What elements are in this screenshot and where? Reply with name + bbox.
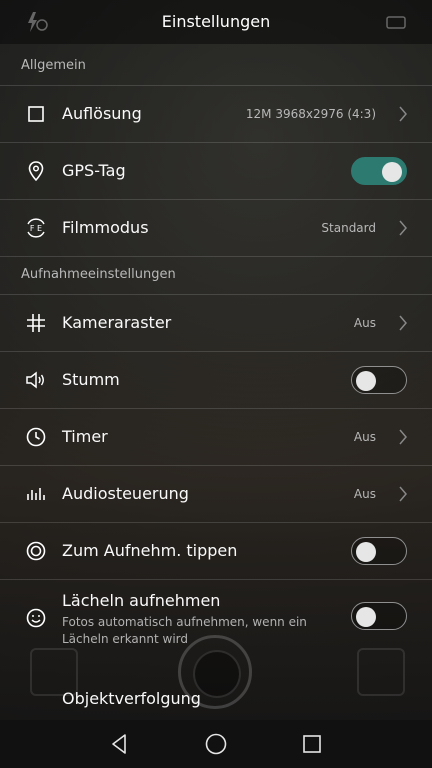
toggle-knob [382, 162, 402, 182]
back-icon[interactable] [108, 732, 132, 756]
grid-icon [27, 314, 45, 332]
setting-label: Stumm [62, 370, 120, 389]
gps-tag-toggle[interactable] [351, 157, 407, 185]
setting-camera-grid[interactable]: Kameraraster Aus [0, 294, 432, 351]
setting-film-mode[interactable]: F E Filmmodus Standard [0, 199, 432, 256]
smile-icon [26, 608, 46, 628]
tap-to-capture-toggle[interactable] [351, 537, 407, 565]
home-icon[interactable] [204, 732, 228, 756]
svg-text:F E: F E [30, 224, 42, 233]
speaker-icon [26, 371, 44, 389]
touch-circle-icon [26, 541, 46, 561]
setting-label: Audiosteuerung [62, 484, 189, 503]
setting-label: Auflösung [62, 104, 142, 123]
chevron-right-icon [399, 220, 407, 236]
clock-icon [26, 427, 46, 447]
setting-value: Aus [353, 430, 376, 444]
setting-label: Lächeln aufnehmen [62, 591, 221, 610]
video-mode-button [357, 648, 405, 696]
gallery-thumbnail [30, 648, 78, 696]
setting-value: 12M 3968x2976 (4:3) [245, 107, 376, 121]
setting-label: Zum Aufnehm. tippen [62, 541, 238, 560]
setting-label: Timer [62, 427, 108, 446]
toggle-knob [356, 371, 376, 391]
setting-label: Filmmodus [62, 218, 149, 237]
section-capture: Aufnahmeeinstellungen [21, 267, 176, 282]
location-pin-icon [28, 161, 44, 182]
settings-header: Einstellungen [0, 0, 432, 44]
audio-bars-icon [27, 488, 45, 500]
setting-value: Standard [321, 221, 376, 235]
toggle-knob [356, 607, 376, 627]
section-general: Allgemein [21, 58, 86, 73]
smile-capture-toggle[interactable] [351, 602, 407, 630]
shutter-inner [193, 650, 241, 698]
chevron-right-icon [399, 315, 407, 331]
setting-mute[interactable]: Stumm [0, 351, 432, 408]
setting-resolution[interactable]: Auflösung 12M 3968x2976 (4:3) [0, 85, 432, 142]
setting-value: Aus [353, 316, 376, 330]
setting-tap-to-capture[interactable]: Zum Aufnehm. tippen [0, 522, 432, 579]
chevron-right-icon [399, 106, 407, 122]
setting-gps-tag[interactable]: GPS-Tag [0, 142, 432, 199]
toggle-knob [356, 542, 376, 562]
setting-audio-control[interactable]: Audiosteuerung Aus [0, 465, 432, 522]
chevron-right-icon [399, 429, 407, 445]
setting-label: Kameraraster [62, 313, 172, 332]
setting-label: GPS-Tag [62, 161, 126, 180]
crop-square-icon [28, 106, 44, 122]
film-mode-icon: F E [27, 218, 45, 238]
recents-icon[interactable] [300, 732, 324, 756]
shutter-button[interactable] [178, 635, 252, 709]
setting-value: Aus [353, 487, 376, 501]
setting-timer[interactable]: Timer Aus [0, 408, 432, 465]
chevron-right-icon [399, 486, 407, 502]
system-navigation-bar [0, 720, 432, 768]
mute-toggle[interactable] [351, 366, 407, 394]
page-title: Einstellungen [161, 12, 271, 31]
